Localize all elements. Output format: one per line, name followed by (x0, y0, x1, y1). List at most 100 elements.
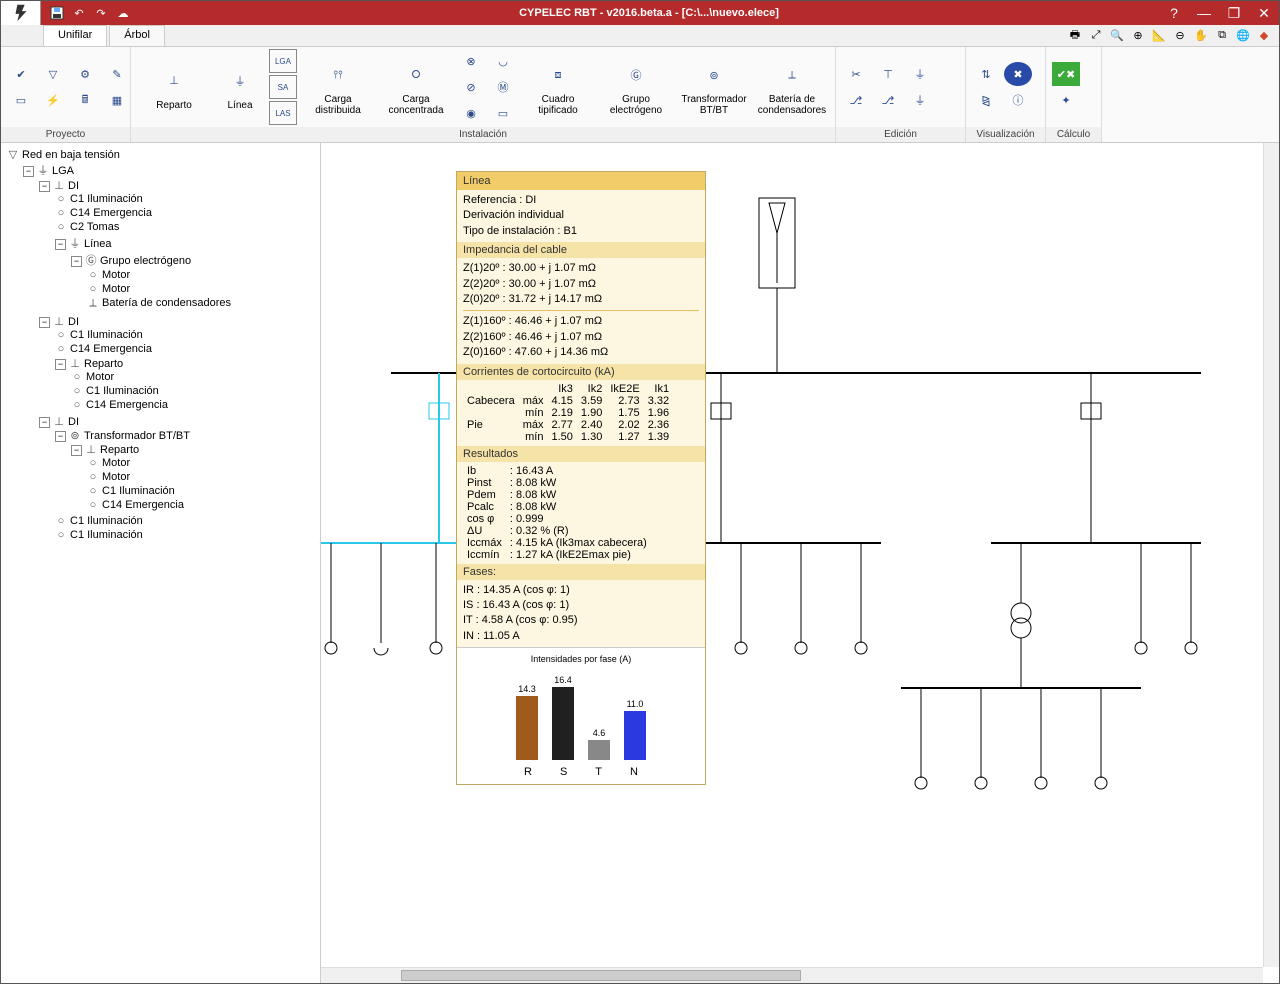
tree-item[interactable]: C1 Iluminación (102, 485, 175, 497)
diagram-canvas[interactable]: Línea Referencia : DI Derivación individ… (321, 143, 1279, 983)
tree-reparto[interactable]: Reparto (84, 358, 123, 370)
panel-res-hdr: Resultados (457, 446, 705, 462)
tree-item[interactable]: Motor (102, 283, 130, 295)
lightning-panel-icon[interactable]: ⚡ (39, 88, 67, 112)
vis-tree-icon[interactable]: ⧎ (972, 88, 1000, 112)
tree-item[interactable]: C14 Emergencia (86, 399, 168, 411)
tool-print-icon[interactable]: 🖶 (1066, 27, 1084, 45)
table-icon[interactable]: ▦ (103, 88, 131, 112)
cloud-icon[interactable]: ☁ (115, 5, 131, 21)
tool-zoom-out-icon[interactable]: ⊖ (1171, 27, 1189, 45)
btn-bateria[interactable]: ⟂Batería de condensadores (755, 58, 829, 116)
tool-measure-icon[interactable]: 📐 (1150, 27, 1168, 45)
lamp2-icon[interactable]: ◉ (457, 101, 485, 125)
tree-item[interactable]: C1 Iluminación (86, 385, 159, 397)
motor-icon[interactable]: Ⓜ (489, 75, 517, 99)
emergency-icon[interactable]: ⊘ (457, 75, 485, 99)
generic-icon[interactable]: ▭ (489, 101, 517, 125)
tree-item[interactable]: C1 Iluminación (70, 193, 143, 205)
maximize-icon[interactable]: ❐ (1219, 1, 1249, 25)
tree-item[interactable]: C14 Emergencia (70, 207, 152, 219)
panel-icon[interactable]: ▭ (7, 88, 35, 112)
ground2-icon[interactable]: ⏚ (906, 88, 934, 112)
tree-reparto-2[interactable]: Reparto (100, 444, 139, 456)
vertical-scrollbar[interactable] (1263, 143, 1279, 967)
btn-reparto[interactable]: ⊥Reparto (137, 64, 211, 111)
edit-icon[interactable]: ✎ (103, 62, 131, 86)
tree-item[interactable]: C1 Iluminación (70, 529, 143, 541)
chart-bar-S: 16.4 (552, 675, 574, 760)
panel-cc-hdr: Corrientes de cortocircuito (kA) (457, 364, 705, 380)
cc-table: Ik3Ik2IkE2EIk1 Cabeceramáx4.153.592.733.… (463, 383, 673, 443)
redo-icon[interactable]: ↷ (93, 5, 109, 21)
las-icon[interactable]: LAS (269, 101, 297, 125)
tree-di-2[interactable]: DI (68, 316, 79, 328)
branch-icon[interactable]: ⎇ (842, 88, 870, 112)
socket-icon[interactable]: ◡ (489, 49, 517, 73)
help-icon[interactable]: ? (1159, 1, 1189, 25)
panel-fases-hdr: Fases: (457, 564, 705, 580)
branch2-icon[interactable]: ⎇ (874, 88, 902, 112)
calc-ok-icon[interactable]: ✔✖ (1052, 62, 1080, 86)
filter-icon[interactable]: ▽ (39, 62, 67, 86)
tree-item[interactable]: C1 Iluminación (70, 515, 143, 527)
horizontal-scrollbar[interactable] (321, 967, 1263, 983)
btn-transformador[interactable]: ⊚Transformador BT/BT (677, 58, 751, 116)
panel-imp-hdr: Impedancia del cable (457, 242, 705, 258)
lga-icon[interactable]: LGA (269, 49, 297, 73)
tree-item[interactable]: C1 Iluminación (70, 329, 143, 341)
tree-item[interactable]: Motor (86, 371, 114, 383)
tree-item[interactable]: Batería de condensadores (102, 297, 231, 309)
tab-arbol[interactable]: Árbol (109, 25, 165, 46)
tree-lga[interactable]: LGA (52, 165, 74, 177)
vis-info-icon[interactable]: ⓘ (1004, 88, 1032, 112)
undo-icon[interactable]: ↶ (71, 5, 87, 21)
app-icon (1, 1, 41, 25)
btn-linea[interactable]: ⏚Línea (215, 64, 265, 111)
tree-item[interactable]: Motor (102, 269, 130, 281)
toggle-icon[interactable]: − (23, 166, 34, 177)
save-icon[interactable] (49, 5, 65, 21)
tool-globe-icon[interactable]: 🌐 (1234, 27, 1252, 45)
tree-di-3[interactable]: DI (68, 416, 79, 428)
ribbon: ✔ ▭ ▽ ⚡ ⚙ 🖩 ✎ ▦ Proyecto ⊥Reparto ⏚L (1, 47, 1279, 143)
minimize-icon[interactable]: — (1189, 1, 1219, 25)
tool-pan-icon[interactable]: ✋ (1192, 27, 1210, 45)
settings-icon[interactable]: ⚙ (71, 62, 99, 86)
lamp-icon[interactable]: ⊗ (457, 49, 485, 73)
btn-carga-conc[interactable]: ⭘Carga concentrada (379, 58, 453, 116)
tab-unifilar[interactable]: Unifilar (43, 25, 107, 46)
btn-cuadro[interactable]: ⧈Cuadro tipificado (521, 58, 595, 116)
scrollbar-thumb[interactable] (401, 970, 801, 981)
tool-zoom-window-icon[interactable]: 🔍 (1108, 27, 1126, 45)
tool-help-icon[interactable]: ◆ (1255, 27, 1273, 45)
tree-item[interactable]: C14 Emergencia (70, 343, 152, 355)
tree-transf[interactable]: Transformador BT/BT (84, 430, 190, 442)
cut-up-icon[interactable]: ✂ (842, 62, 870, 86)
vis-up-icon[interactable]: ⇅ (972, 62, 1000, 86)
sa-icon[interactable]: SA (269, 75, 297, 99)
calc-icon[interactable]: 🖩 (71, 88, 99, 112)
tree-item[interactable]: Motor (102, 471, 130, 483)
tree-linea[interactable]: Línea (84, 238, 112, 250)
panel-tipo: Tipo de instalación : B1 (463, 224, 699, 239)
tree-item[interactable]: C2 Tomas (70, 221, 119, 233)
error-icon[interactable]: ✖ (1004, 62, 1032, 86)
wand-icon[interactable]: ✦ (1052, 88, 1080, 112)
tool-zoom-extents-icon[interactable]: ⤢ (1087, 27, 1105, 45)
junction-icon[interactable]: ⊤ (874, 62, 902, 86)
btn-carga-dist[interactable]: ⫯⫯Carga distribuida (301, 58, 375, 116)
tree-root[interactable]: ▽Red en baja tensión −⏚LGA −⊥DI ○C1 Ilum… (7, 147, 316, 545)
tool-copy-icon[interactable]: ⧉ (1213, 27, 1231, 45)
check-icon[interactable]: ✔ (7, 62, 35, 86)
btn-grupo[interactable]: ⒼGrupo electrógeno (599, 58, 673, 116)
panel-ref: Referencia : DI (463, 193, 699, 208)
tree-item[interactable]: Motor (102, 457, 130, 469)
tree-di-1[interactable]: DI (68, 180, 79, 192)
tree-panel[interactable]: ▽Red en baja tensión −⏚LGA −⊥DI ○C1 Ilum… (1, 143, 321, 983)
ground-icon[interactable]: ⏚ (906, 62, 934, 86)
tool-zoom-in-icon[interactable]: ⊕ (1129, 27, 1147, 45)
close-icon[interactable]: ✕ (1249, 1, 1279, 25)
tree-item[interactable]: C14 Emergencia (102, 499, 184, 511)
tree-grupo[interactable]: Grupo electrógeno (100, 255, 191, 267)
